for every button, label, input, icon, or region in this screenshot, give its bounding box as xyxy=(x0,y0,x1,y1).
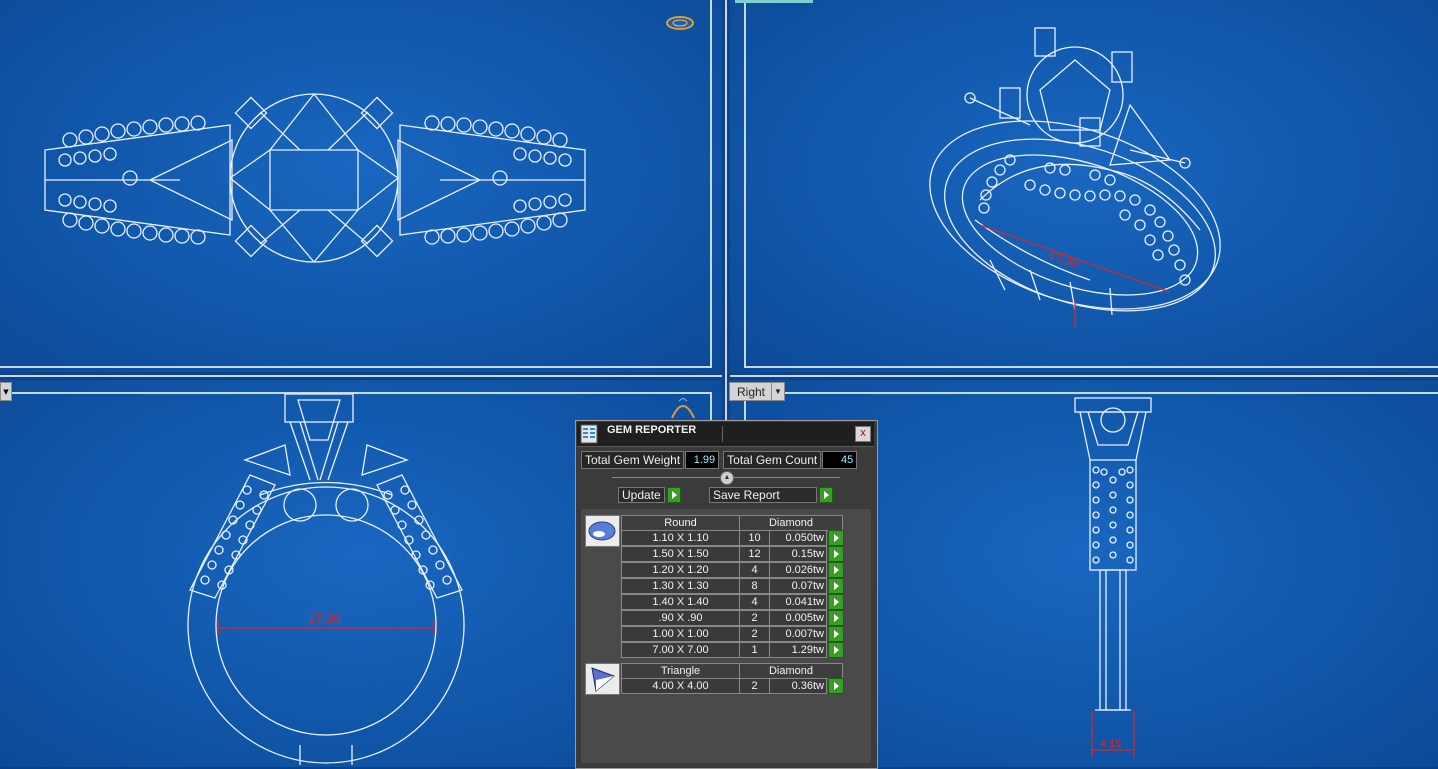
select-gem-button[interactable] xyxy=(828,578,844,594)
gem-size: .90 X .90 xyxy=(621,610,740,626)
gem-count: 1 xyxy=(739,642,770,658)
gem-row: 1.20 X 1.20 4 0.026tw xyxy=(621,562,844,578)
select-gem-button[interactable] xyxy=(828,530,844,546)
gem-weight: 0.005tw xyxy=(769,610,827,626)
gem-weight: 0.050tw xyxy=(769,530,827,546)
gem-count: 2 xyxy=(739,626,770,642)
gem-count: 4 xyxy=(739,562,770,578)
select-gem-button[interactable] xyxy=(828,678,844,694)
gem-size: 1.50 X 1.50 xyxy=(621,546,740,562)
select-gem-button[interactable] xyxy=(828,562,844,578)
gem-row: 7.00 X 7.00 1 1.29tw xyxy=(621,642,844,658)
viewport-view-selector[interactable]: Right ▼ xyxy=(729,382,786,401)
gem-size: 1.20 X 1.20 xyxy=(621,562,740,578)
gem-count: 2 xyxy=(739,610,770,626)
gem-row: .90 X .90 2 0.005tw xyxy=(621,610,844,626)
gem-reporter-icon xyxy=(580,424,598,444)
ring-perspective-view: 17.30 xyxy=(929,27,1221,328)
gem-row: 1.40 X 1.40 4 0.041tw xyxy=(621,594,844,610)
round-gem-icon[interactable] xyxy=(585,515,620,547)
ring-top-view xyxy=(44,93,586,263)
gem-row: 1.10 X 1.10 10 0.050tw xyxy=(621,530,844,546)
gem-material-label: Diamond xyxy=(739,515,843,531)
gem-size: 4.00 X 4.00 xyxy=(621,678,740,694)
total-stats-row: Total Gem Weight 1.99 Total Gem Count 45 xyxy=(581,451,858,469)
gem-material-label: Diamond xyxy=(739,663,843,679)
close-button[interactable]: x xyxy=(855,426,871,442)
total-gem-weight-value: 1.99 xyxy=(685,451,720,469)
update-button-label: Update xyxy=(618,487,665,503)
gem-weight: 1.29tw xyxy=(769,642,827,658)
gem-table: Round Diamond 1.10 X 1.10 10 0.050tw 1.50 X 1… xyxy=(581,509,871,763)
gem-size: 1.30 X 1.30 xyxy=(621,578,740,594)
select-gem-button[interactable] xyxy=(828,642,844,658)
gem-row: 1.30 X 1.30 8 0.07tw xyxy=(621,578,844,594)
orbit-gizmo-icon[interactable] xyxy=(668,398,698,422)
gem-size: 1.10 X 1.10 xyxy=(621,530,740,546)
active-viewport-indicator xyxy=(735,0,813,3)
gem-weight: 0.007tw xyxy=(769,626,827,642)
play-icon xyxy=(819,487,833,503)
perspective-dimension-label: 17.30 xyxy=(1047,248,1080,271)
gem-count: 4 xyxy=(739,594,770,610)
gem-size: 1.40 X 1.40 xyxy=(621,594,740,610)
gem-shape-label: Triangle xyxy=(621,663,740,679)
gem-count: 10 xyxy=(739,530,770,546)
gem-weight: 0.15tw xyxy=(769,546,827,562)
triangle-gem-icon[interactable] xyxy=(585,663,620,695)
gem-group-header: Triangle Diamond xyxy=(621,663,843,679)
select-gem-button[interactable] xyxy=(828,594,844,610)
collapse-toggle-icon[interactable]: ▲ xyxy=(720,471,734,485)
total-gem-count-label: Total Gem Count xyxy=(723,451,822,469)
gem-count: 8 xyxy=(739,578,770,594)
front-dimension-label: 17.30 xyxy=(308,611,341,626)
select-gem-button[interactable] xyxy=(828,546,844,562)
viewport-top[interactable] xyxy=(0,0,722,372)
gem-row: 1.00 X 1.00 2 0.007tw xyxy=(621,626,844,642)
play-icon xyxy=(666,487,681,503)
panel-title: GEM REPORTER xyxy=(607,424,697,436)
gem-weight: 0.026tw xyxy=(769,562,827,578)
gem-size: 1.00 X 1.00 xyxy=(621,626,740,642)
gem-group-header: Round Diamond xyxy=(621,515,843,531)
gem-count: 2 xyxy=(739,678,770,694)
gem-size: 7.00 X 7.00 xyxy=(621,642,740,658)
gem-row: 1.50 X 1.50 12 0.15tw xyxy=(621,546,844,562)
total-gem-count-value: 45 xyxy=(822,451,858,469)
chevron-down-icon: ▼ xyxy=(771,383,784,400)
viewport-perspective[interactable]: 17.30 xyxy=(730,0,1438,372)
viewport-splitter-horizontal[interactable] xyxy=(0,372,1438,380)
select-gem-button[interactable] xyxy=(828,626,844,642)
save-report-button[interactable]: Save Report xyxy=(709,487,833,503)
navigation-gizmo-icon[interactable] xyxy=(665,14,695,34)
gem-weight: 0.041tw xyxy=(769,594,827,610)
gem-weight: 0.07tw xyxy=(769,578,827,594)
view-selector-label: Right xyxy=(737,384,766,399)
save-report-button-label: Save Report xyxy=(709,487,817,503)
viewport-menu-button-left[interactable]: ▼ xyxy=(0,382,12,401)
gem-count: 12 xyxy=(739,546,770,562)
right-dimension-label: 4.15 xyxy=(1100,738,1121,750)
panel-title-bar[interactable]: GEM REPORTER x xyxy=(577,422,874,447)
update-button[interactable]: Update xyxy=(618,487,681,503)
select-gem-button[interactable] xyxy=(828,610,844,626)
gem-reporter-panel: GEM REPORTER x Total Gem Weight 1.99 Tot… xyxy=(575,420,878,769)
total-gem-weight-label: Total Gem Weight xyxy=(581,451,685,469)
gem-shape-label: Round xyxy=(621,515,740,531)
gem-row: 4.00 X 4.00 2 0.36tw xyxy=(621,678,844,694)
gem-weight: 0.36tw xyxy=(769,678,827,694)
